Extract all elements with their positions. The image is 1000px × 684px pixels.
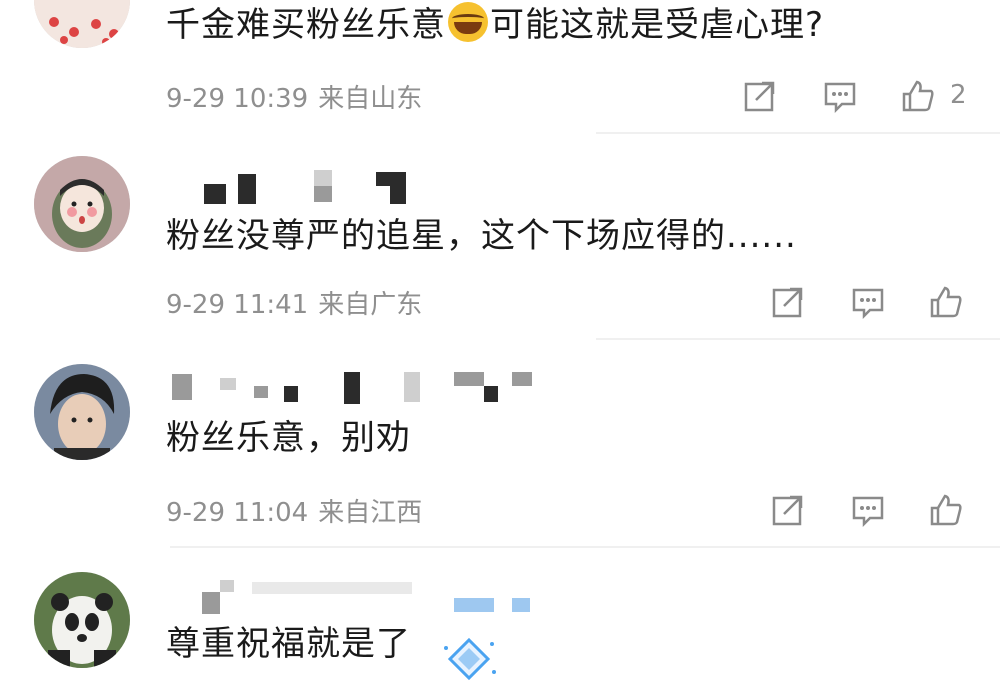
- username-mosaic: [168, 368, 588, 408]
- comment-icon[interactable]: [822, 78, 858, 114]
- comment-location: 来自山东: [318, 84, 423, 114]
- laughing-tears-emoji: [448, 2, 488, 42]
- avatar[interactable]: [34, 0, 130, 48]
- comment-date: 9-29 10:39: [166, 84, 309, 114]
- comment-text: 粉丝乐意，别劝: [166, 418, 411, 458]
- share-icon[interactable]: [770, 492, 806, 528]
- comment-location: 来自广东: [318, 290, 423, 320]
- comment-item: 千金难买粉丝乐意 可能这就是受虐心理? 9-29 10:39 来自山东 2: [0, 0, 1000, 134]
- username-mosaic: [168, 170, 588, 210]
- comment-item: 粉丝没尊严的追星，这个下场应得的...... 9-29 11:41 来自广东: [0, 150, 1000, 340]
- comment-text-part: 千金难买粉丝乐意: [166, 5, 446, 45]
- comment-date: 9-29 11:41: [166, 290, 309, 320]
- comment-icon[interactable]: [850, 492, 886, 528]
- share-icon[interactable]: [742, 78, 778, 114]
- comment-text: 尊重祝福就是了: [166, 624, 411, 664]
- comment-actions: [770, 492, 970, 532]
- share-icon[interactable]: [770, 284, 806, 320]
- comment-item: 尊重祝福就是了: [0, 566, 1000, 684]
- comment-location: 来自江西: [318, 498, 423, 528]
- comment-meta: 9-29 11:04 来自江西: [166, 492, 432, 529]
- username-mosaic: [168, 576, 588, 616]
- comment-text: 粉丝没尊严的追星，这个下场应得的......: [166, 216, 797, 256]
- comment-icon[interactable]: [850, 284, 886, 320]
- avatar[interactable]: [34, 364, 130, 460]
- comment-actions: [770, 284, 970, 324]
- divider: [170, 546, 1000, 548]
- comment-meta: 9-29 10:39 来自山东: [166, 78, 432, 115]
- divider: [596, 338, 1000, 340]
- like-count: 2: [950, 80, 967, 110]
- avatar[interactable]: [34, 156, 130, 252]
- thumbs-up-icon[interactable]: [928, 492, 964, 528]
- comment-actions: 2: [742, 78, 982, 118]
- comment-item: 粉丝乐意，别劝 9-29 11:04 来自江西: [0, 358, 1000, 548]
- diamond-badge-icon: [444, 637, 496, 681]
- comment-text-part: 可能这就是受虐心理?: [490, 5, 825, 45]
- thumbs-up-icon[interactable]: [900, 78, 936, 114]
- divider: [596, 132, 1000, 134]
- avatar[interactable]: [34, 572, 130, 668]
- comment-date: 9-29 11:04: [166, 498, 309, 528]
- thumbs-up-icon[interactable]: [928, 284, 964, 320]
- comment-text: 千金难买粉丝乐意 可能这就是受虐心理?: [166, 2, 824, 47]
- comment-meta: 9-29 11:41 来自广东: [166, 284, 432, 321]
